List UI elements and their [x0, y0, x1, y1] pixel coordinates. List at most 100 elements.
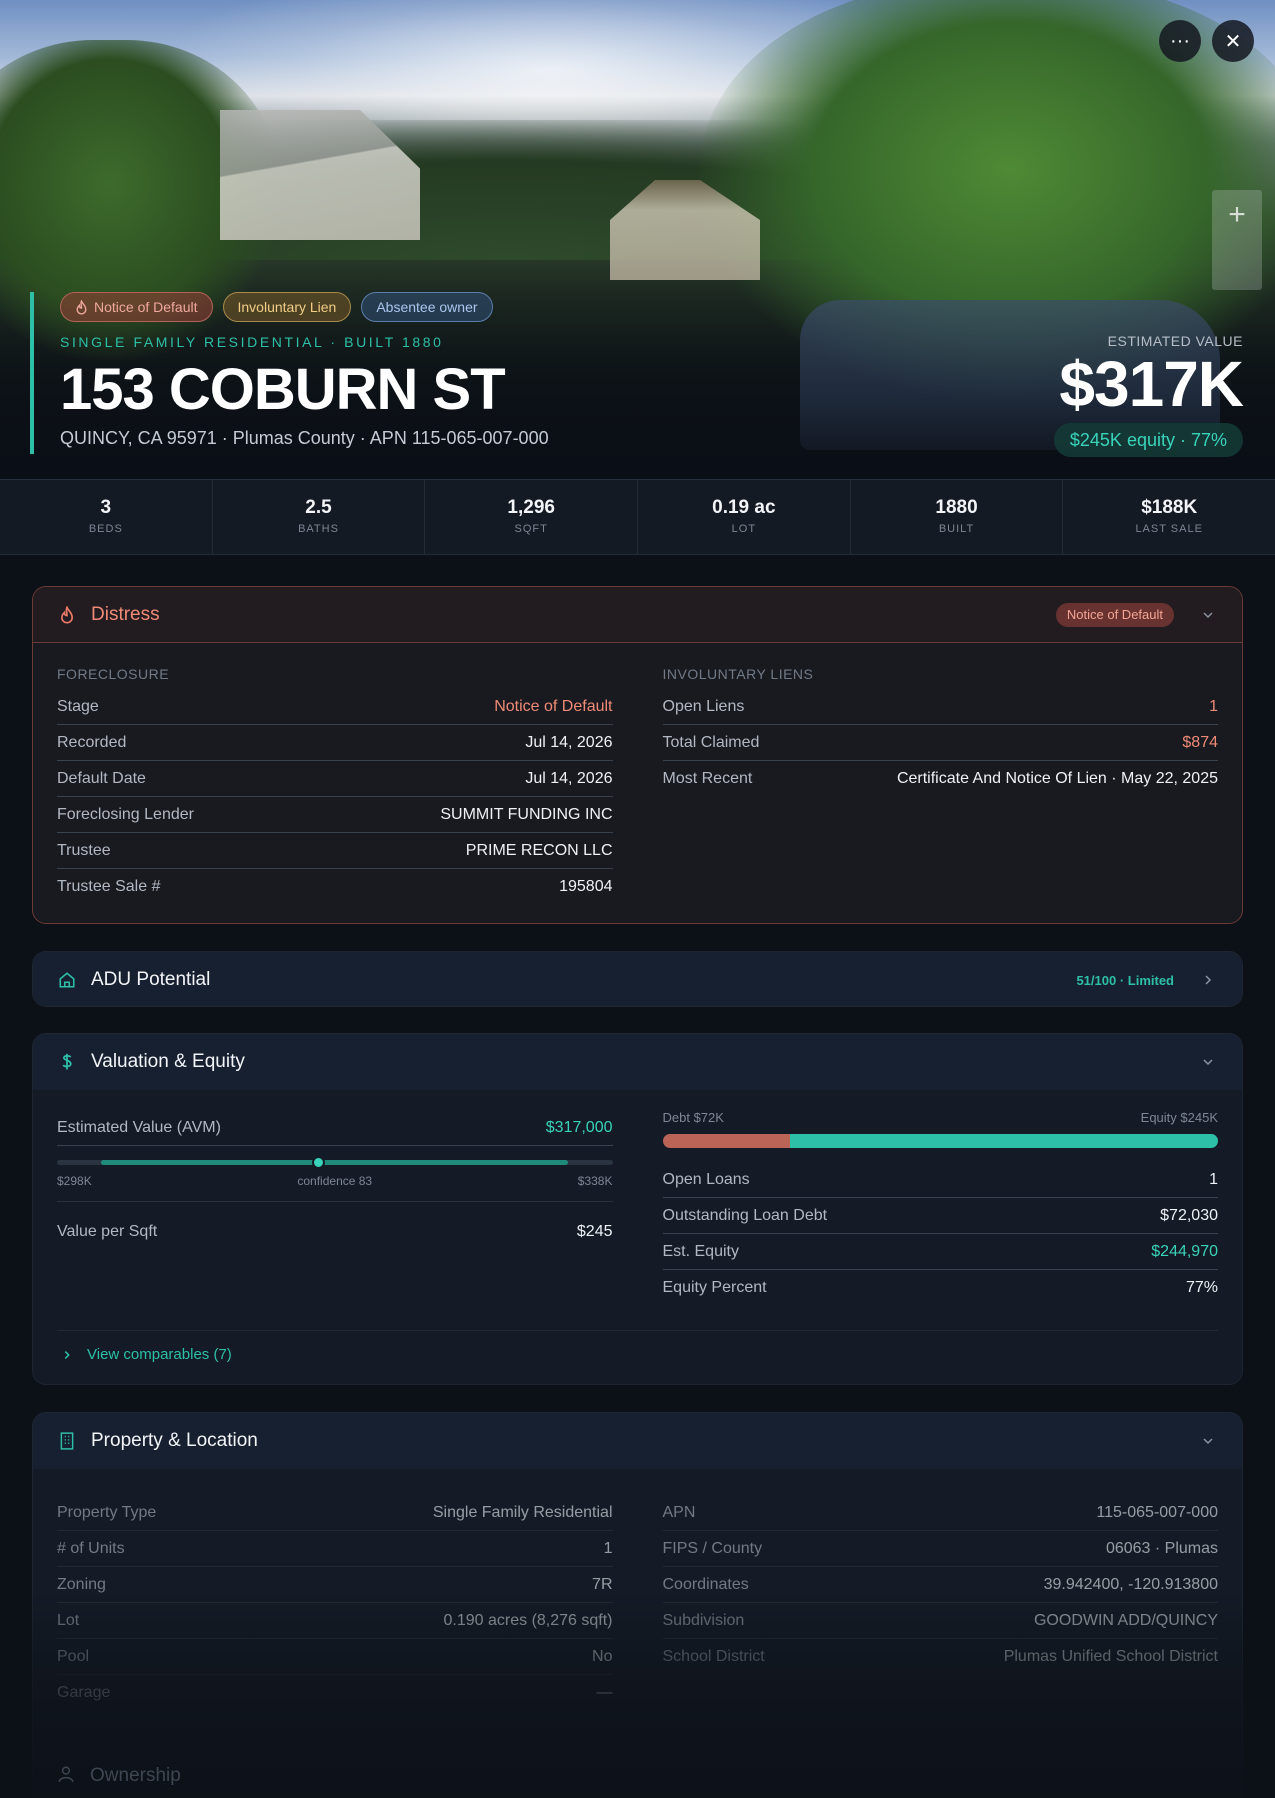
row-value: 7R — [592, 1575, 613, 1593]
foreclosure-row-default-date: Default Date Jul 14, 2026 — [57, 761, 613, 797]
badge-list: Notice of Default Involuntary Lien Absen… — [60, 292, 549, 322]
row-value: No — [592, 1647, 613, 1665]
ownership-header-faded[interactable]: Ownership — [58, 1765, 181, 1787]
estimated-value: $317K — [1059, 348, 1244, 420]
property-row-fips: FIPS / County 06063 · Plumas — [662, 1531, 1218, 1567]
value-per-sqft-row: Value per Sqft $245 — [57, 1214, 613, 1250]
range-low: $298K — [57, 1174, 92, 1188]
row-value: 1 — [1209, 697, 1218, 715]
property-row-school: School District Plumas Unified School Dis… — [663, 1639, 1219, 1675]
row-key: Trustee Sale # — [57, 878, 161, 895]
valuation-card: Valuation & Equity Estimated Value (AVM)… — [32, 1033, 1243, 1385]
distress-header[interactable]: Distress Notice of Default — [33, 587, 1242, 643]
row-value: — — [596, 1684, 613, 1701]
stats-bar: 3 BEDS 2.5 BATHS 1,296 SQFT 0.19 ac LOT 1880… — [0, 480, 1275, 555]
property-address-title: 153 COBURN ST — [60, 357, 506, 422]
row-key: Estimated Value (AVM) — [57, 1118, 221, 1136]
row-value: 195804 — [559, 878, 613, 895]
distress-columns: FORECLOSURE Stage Notice of Default Recor… — [33, 643, 1242, 905]
row-value: 1 — [1209, 1170, 1218, 1188]
valuation-title: Valuation & Equity — [91, 1051, 245, 1072]
range-fill — [101, 1160, 569, 1165]
badge-involuntary-lien[interactable]: Involuntary Lien — [222, 292, 352, 322]
estimated-value-block: ESTIMATED VALUE $317K $245K equity · 77% — [1053, 333, 1244, 457]
row-key: Default Date — [57, 769, 146, 787]
range-marker — [312, 1156, 326, 1169]
section-label: INVOLUNTARY LIENS — [662, 666, 814, 682]
stat-last-sale: $188K LAST SALE — [1063, 480, 1275, 554]
stat-value: 0.19 ac — [712, 497, 776, 518]
range-high: $338K — [577, 1174, 613, 1188]
stat-baths: 2.5 BATHS — [213, 480, 426, 554]
row-value: SUMMIT FUNDING INC — [440, 805, 613, 823]
stat-value: 1,296 — [507, 497, 555, 518]
stat-sqft: 1,296 SQFT — [425, 480, 639, 554]
chevron-down-icon[interactable] — [1198, 1434, 1218, 1448]
row-key: # of Units — [57, 1539, 125, 1557]
chevron-right-icon — [1205, 975, 1212, 985]
row-key: Foreclosing Lender — [57, 805, 194, 823]
property-row-coordinates: Coordinates 39.942400, -120.913800 — [662, 1567, 1218, 1603]
close-icon: ✕ — [1224, 30, 1242, 53]
view-comparables-link[interactable]: View comparables (7) — [33, 1331, 1242, 1378]
stat-label: BEDS — [88, 523, 123, 535]
badge-absentee-owner[interactable]: Absentee owner — [361, 292, 493, 322]
foreclosure-row-recorded: Recorded Jul 14, 2026 — [57, 725, 613, 761]
flame-icon — [76, 299, 87, 315]
row-value: 0.190 acres (8,276 sqft) — [443, 1611, 613, 1629]
property-row-garage: Garage — — [57, 1675, 613, 1711]
row-value: Notice of Default — [494, 697, 613, 715]
row-value: 39.942400, -120.913800 — [1043, 1575, 1218, 1593]
row-key: Open Liens — [662, 697, 745, 715]
row-value: PRIME RECON LLC — [465, 841, 613, 859]
property-card: Property & Location Property Type Single … — [32, 1412, 1243, 1798]
stat-value: $188K — [1141, 497, 1198, 518]
property-address-line: QUINCY, CA 95971 · Plumas County · APN 1… — [60, 428, 549, 448]
status-badge: Notice of Default — [1055, 602, 1174, 627]
stat-built: 1880 BUILT — [851, 480, 1064, 554]
property-header[interactable]: Property & Location — [33, 1413, 1242, 1469]
row-key: Est. Equity — [662, 1242, 739, 1260]
property-subtitle: SINGLE FAMILY RESIDENTIAL · BUILT 1880 — [60, 334, 444, 350]
row-value: $72,030 — [1160, 1206, 1218, 1224]
adu-header[interactable]: ADU Potential 51/100 · Limited — [33, 952, 1242, 1006]
badge-notice-of-default[interactable]: Notice of Default — [60, 292, 213, 322]
range-labels: $298K confidence 83 $338K — [57, 1174, 613, 1188]
loan-row-debt: Outstanding Loan Debt $72,030 — [662, 1198, 1218, 1234]
valuation-header[interactable]: Valuation & Equity — [33, 1034, 1242, 1090]
loan-row-open: Open Loans 1 — [662, 1162, 1218, 1198]
row-value: 1 — [603, 1539, 613, 1557]
chevron-down-icon[interactable] — [1198, 608, 1218, 622]
adu-card[interactable]: ADU Potential 51/100 · Limited — [32, 951, 1243, 1007]
stat-value: 2.5 — [305, 497, 332, 518]
plus-icon: + — [1228, 198, 1246, 231]
debt-label: Debt $72K — [662, 1110, 724, 1125]
row-key: Open Loans — [662, 1170, 750, 1188]
valuation-columns: Estimated Value (AVM) $317,000 $298K con… — [33, 1090, 1242, 1306]
row-value: Plumas Unified School District — [1003, 1648, 1218, 1665]
distress-title: Distress — [91, 603, 160, 625]
lien-row-recent: Most Recent Certificate And Notice Of Lie… — [663, 761, 1219, 797]
chevron-down-icon[interactable] — [1198, 1055, 1218, 1069]
property-row-subdivision: Subdivision GOODWIN ADD/QUINCY — [662, 1603, 1218, 1639]
close-button[interactable]: ✕ — [1212, 20, 1254, 62]
street-view-zoom: + — [1212, 190, 1262, 290]
foreclosure-row-stage: Stage Notice of Default — [57, 689, 613, 725]
row-key: Property Type — [57, 1503, 157, 1521]
dollar-icon — [62, 1053, 72, 1070]
row-value: $874 — [1182, 733, 1218, 751]
row-key: Recorded — [57, 733, 127, 751]
property-row-lot: Lot 0.190 acres (8,276 sqft) — [57, 1603, 613, 1639]
property-row-pool: Pool No — [57, 1639, 613, 1675]
more-options-button[interactable]: ··· — [1159, 20, 1201, 62]
hero-photo: ··· ✕ + Notice of Default Involuntary Li… — [0, 0, 1275, 480]
stat-value: 3 — [100, 497, 112, 518]
lien-row-open: Open Liens 1 — [662, 689, 1218, 725]
section-label: FORECLOSURE — [57, 666, 170, 682]
zoom-in-button[interactable]: + — [1212, 190, 1262, 240]
equity-segment — [790, 1134, 1218, 1148]
badge-label: Absentee owner — [376, 299, 478, 315]
comparables-label: View comparables (7) — [87, 1346, 232, 1363]
badge-label: Notice of Default — [94, 299, 198, 315]
avm-section: Estimated Value (AVM) $317,000 $298K con… — [57, 1110, 613, 1306]
